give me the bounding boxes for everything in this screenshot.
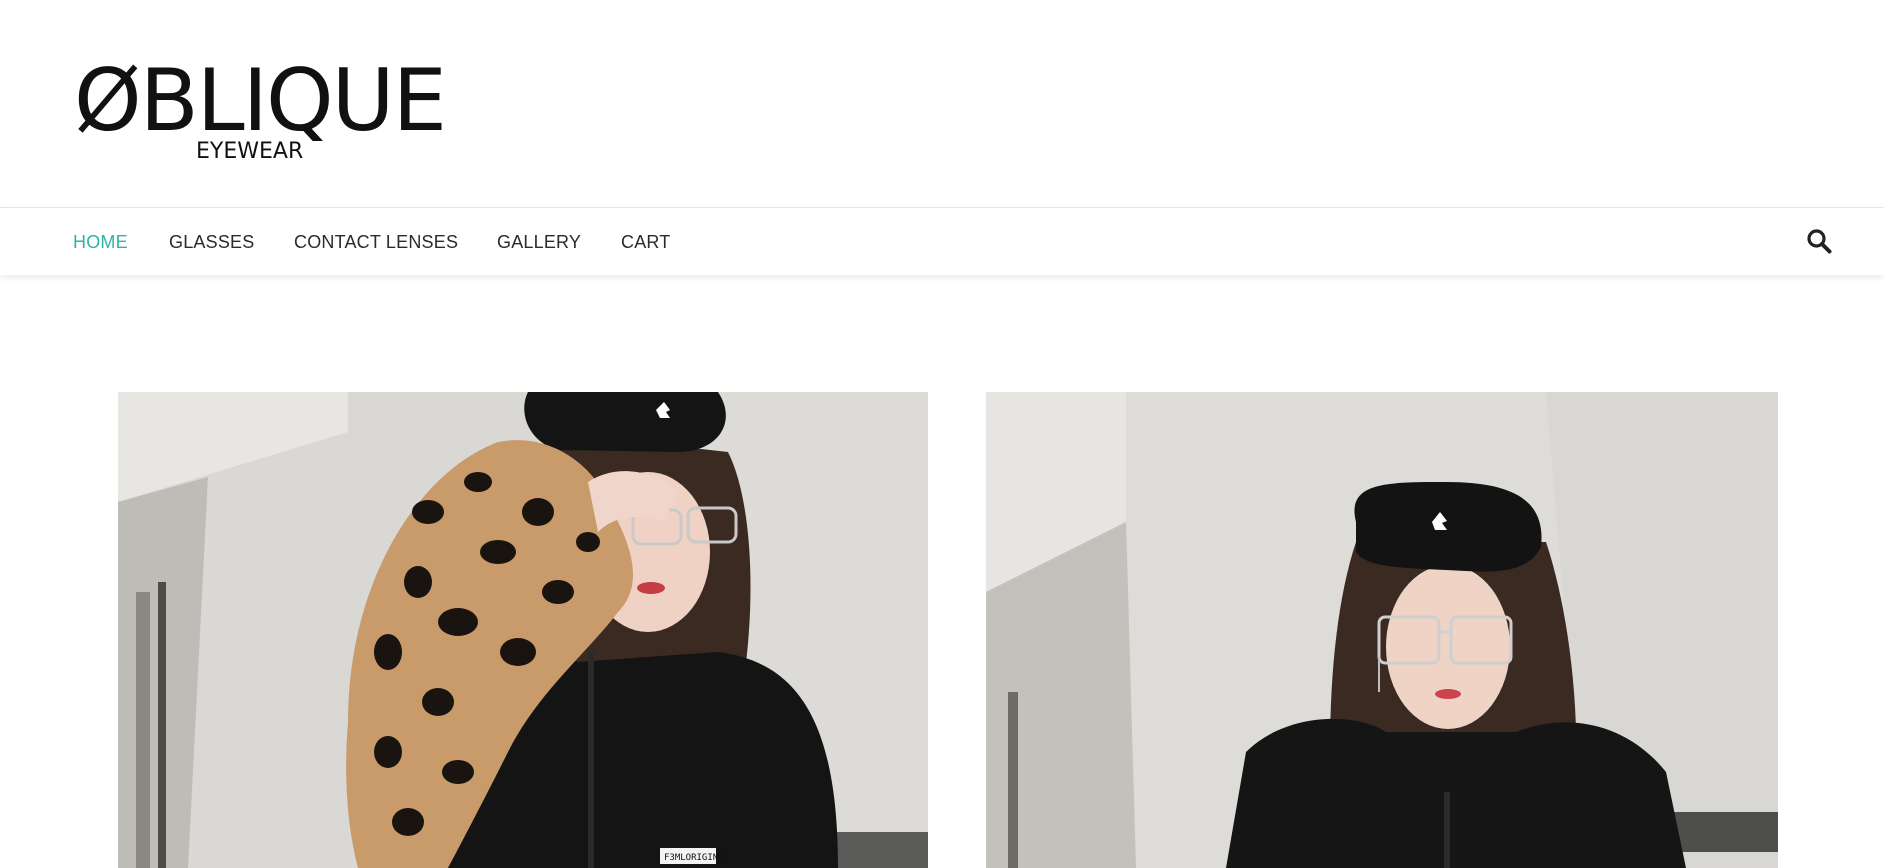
nav-item-home[interactable]: HOME [73, 232, 128, 253]
nav-item-contact-lenses[interactable]: CONTACT LENSES [294, 232, 458, 253]
search-icon[interactable] [1806, 228, 1832, 254]
nav-item-gallery[interactable]: GALLERY [497, 232, 581, 253]
nav-item-cart[interactable]: CART [621, 232, 670, 253]
jacket-badge-text: F3MLORIGINAL [664, 853, 729, 863]
site-header: ØBLIQUE EYEWEAR [0, 0, 1884, 207]
nav-item-glasses[interactable]: GLASSES [169, 232, 254, 253]
gallery-image-leopard-coat[interactable]: F3MLORIGINAL [118, 392, 928, 868]
logo-sub-text: EYEWEAR [196, 139, 303, 164]
logo-main-text: ØBLIQUE [74, 51, 442, 151]
main-navigation: HOME GLASSES CONTACT LENSES GALLERY CART [0, 207, 1884, 275]
gallery-section: F3MLORIGINAL [0, 392, 1884, 868]
brand-logo[interactable]: ØBLIQUE EYEWEAR [74, 50, 442, 168]
gallery-image-black-beret[interactable] [986, 392, 1778, 868]
